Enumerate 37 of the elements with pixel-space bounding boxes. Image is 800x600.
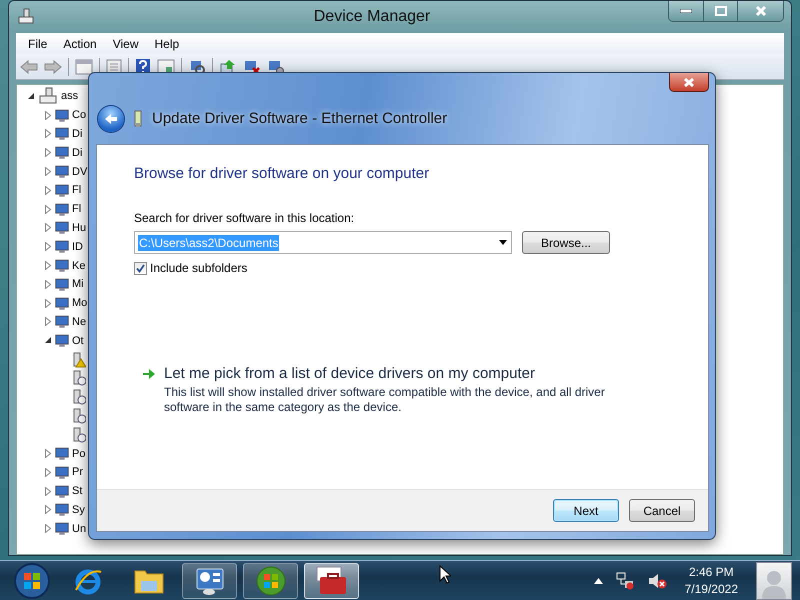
tree-item[interactable]: Co bbox=[72, 109, 86, 122]
browse-button[interactable]: Browse... bbox=[522, 231, 610, 254]
clock[interactable]: 2:46 PM 7/19/2022 bbox=[684, 564, 738, 598]
menu-item[interactable]: File bbox=[20, 36, 56, 50]
window-title: Device Manager bbox=[312, 8, 432, 26]
tree-item[interactable]: St bbox=[72, 485, 82, 498]
page-heading: Browse for driver software on your computer bbox=[134, 165, 430, 182]
option-description: This list will show installed driver software compatible with the device, and all driver software in the same category as the device. bbox=[164, 385, 606, 415]
clock-date: 7/19/2022 bbox=[684, 580, 738, 598]
tree-item[interactable]: ID bbox=[72, 240, 83, 253]
menu-item[interactable]: Help bbox=[146, 36, 188, 50]
clock-time: 2:46 PM bbox=[688, 564, 734, 580]
tree-item[interactable]: ass bbox=[61, 90, 78, 102]
tree-item[interactable]: Pr bbox=[72, 466, 83, 478]
tree-item[interactable]: Ke bbox=[72, 260, 86, 272]
tree-item[interactable]: Un bbox=[72, 522, 86, 535]
tree-item[interactable]: Po bbox=[72, 448, 86, 460]
option-link[interactable]: Let me pick from a list of device drivers on my computer bbox=[164, 365, 614, 382]
dialog-button[interactable]: Next bbox=[553, 499, 619, 522]
tree-item[interactable]: Fl bbox=[72, 184, 82, 196]
tree-item[interactable]: Di bbox=[72, 146, 82, 159]
tree-item[interactable]: Di bbox=[72, 128, 82, 140]
tree-item[interactable]: Ot bbox=[72, 334, 84, 347]
tree-item[interactable]: Hu bbox=[72, 222, 86, 234]
path-text: C:\Users\ass2\Documents bbox=[138, 234, 280, 250]
dialog-title: Update Driver Software - Ethernet Controller bbox=[152, 110, 448, 127]
tree-item[interactable]: Fl bbox=[72, 203, 82, 216]
tree-item[interactable]: Mo bbox=[72, 297, 88, 310]
tree-item[interactable]: DV bbox=[72, 166, 88, 178]
menu-item[interactable]: View bbox=[104, 36, 146, 50]
dialog-button[interactable]: Cancel bbox=[629, 499, 695, 522]
menu-item[interactable]: Action bbox=[55, 36, 105, 50]
tree-item[interactable]: Ne bbox=[72, 316, 86, 328]
tree-item[interactable]: Sy bbox=[72, 504, 85, 516]
field-label: Search for driver software in this location: bbox=[134, 211, 356, 225]
tree-item[interactable]: Mi bbox=[72, 278, 84, 290]
checkbox-label[interactable]: Include subfolders bbox=[150, 261, 248, 275]
